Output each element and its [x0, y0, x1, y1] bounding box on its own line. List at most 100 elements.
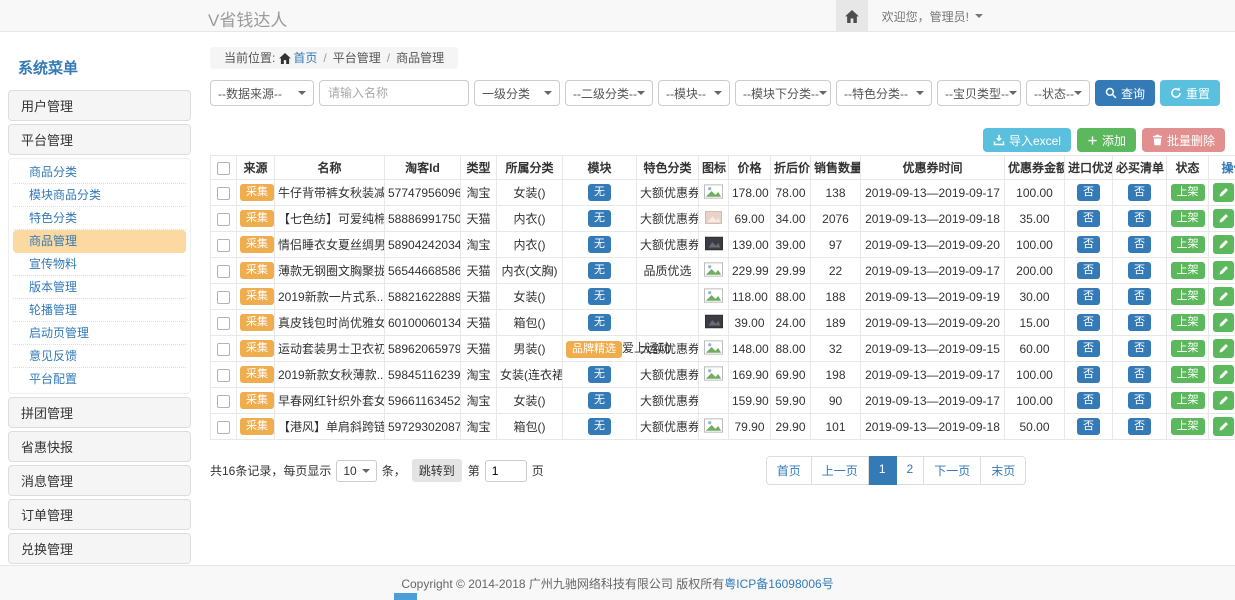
row-checkbox[interactable]: [217, 421, 230, 434]
icp-link[interactable]: 粤ICP备16098006号: [724, 575, 833, 592]
status-badge[interactable]: 上架: [1171, 314, 1205, 331]
filter-select[interactable]: --宝贝类型--: [937, 80, 1021, 106]
user-menu[interactable]: 欢迎您，管理员!: [868, 0, 997, 32]
nav-home-button[interactable]: [836, 0, 868, 32]
must-buy-badge[interactable]: 否: [1128, 236, 1151, 253]
sidebar-group[interactable]: 省惠快报: [8, 431, 191, 462]
status-badge[interactable]: 上架: [1171, 236, 1205, 253]
import-select-badge[interactable]: 否: [1077, 210, 1100, 227]
source-filter-select[interactable]: --数据来源--: [210, 80, 314, 106]
import-select-badge[interactable]: 否: [1077, 314, 1100, 331]
status-badge[interactable]: 上架: [1171, 184, 1205, 201]
import-select-badge[interactable]: 否: [1077, 288, 1100, 305]
jump-button[interactable]: 跳转到: [412, 459, 462, 482]
page-button[interactable]: 末页: [981, 456, 1026, 485]
import-select-badge[interactable]: 否: [1077, 236, 1100, 253]
edit-button[interactable]: [1213, 391, 1234, 410]
name-search-input[interactable]: [319, 80, 469, 106]
import-select-badge[interactable]: 否: [1077, 366, 1100, 383]
must-buy-badge[interactable]: 否: [1128, 366, 1151, 383]
breadcrumb: 当前位置:首页/平台管理/商品管理: [210, 47, 458, 69]
must-buy-badge[interactable]: 否: [1128, 340, 1151, 357]
row-checkbox[interactable]: [217, 265, 230, 278]
sidebar-group[interactable]: 用户管理: [8, 90, 191, 121]
sidebar-subitem[interactable]: 轮播管理: [13, 299, 186, 322]
status-cell: 上架: [1167, 258, 1209, 284]
page-button[interactable]: 首页: [766, 456, 812, 485]
edit-button[interactable]: [1213, 235, 1234, 254]
row-checkbox[interactable]: [217, 187, 230, 200]
jump-page-input[interactable]: [485, 460, 527, 482]
import-select-badge[interactable]: 否: [1077, 392, 1100, 409]
reset-button[interactable]: 重置: [1160, 80, 1220, 106]
must-buy-badge[interactable]: 否: [1128, 262, 1151, 279]
must-buy-badge[interactable]: 否: [1128, 184, 1151, 201]
edit-button[interactable]: [1213, 313, 1234, 332]
module-cell: 无: [563, 232, 637, 258]
page-button[interactable]: 上一页: [812, 456, 869, 485]
must-buy-badge[interactable]: 否: [1128, 210, 1151, 227]
row-checkbox[interactable]: [217, 291, 230, 304]
edit-button[interactable]: [1213, 183, 1234, 202]
category-cell: 内衣(): [497, 206, 563, 232]
import-select-badge[interactable]: 否: [1077, 262, 1100, 279]
edit-button[interactable]: [1213, 365, 1234, 384]
page-button[interactable]: 1: [869, 456, 897, 485]
row-checkbox[interactable]: [217, 213, 230, 226]
filter-select[interactable]: --二级分类--: [565, 80, 653, 106]
row-checkbox[interactable]: [217, 369, 230, 382]
per-page-select[interactable]: 10: [336, 460, 376, 482]
edit-button[interactable]: [1213, 339, 1234, 358]
must-buy-badge[interactable]: 否: [1128, 288, 1151, 305]
batch-delete-button[interactable]: 批量删除: [1142, 128, 1225, 152]
edit-button[interactable]: [1213, 209, 1234, 228]
row-checkbox[interactable]: [217, 239, 230, 252]
import-excel-button[interactable]: 导入excel: [983, 128, 1071, 152]
edit-button[interactable]: [1213, 417, 1234, 436]
page-button[interactable]: 下一页: [924, 456, 981, 485]
sidebar-subitem[interactable]: 商品管理: [13, 230, 186, 253]
breadcrumb-home-link[interactable]: 首页: [293, 51, 317, 65]
filter-select[interactable]: 一级分类: [474, 80, 560, 106]
sidebar-subitem[interactable]: 版本管理: [13, 276, 186, 299]
must-buy-badge[interactable]: 否: [1128, 314, 1151, 331]
sidebar-subitem[interactable]: 特色分类: [13, 207, 186, 230]
sidebar-group[interactable]: 平台管理: [8, 124, 191, 155]
add-button[interactable]: 添加: [1077, 128, 1136, 152]
status-badge[interactable]: 上架: [1171, 392, 1205, 409]
sidebar-group[interactable]: 兑换管理: [8, 533, 191, 564]
search-button[interactable]: 查询: [1095, 80, 1155, 106]
page-button[interactable]: 2: [897, 456, 925, 485]
filter-select[interactable]: --模块下分类--: [735, 80, 831, 106]
sidebar-group[interactable]: 订单管理: [8, 499, 191, 530]
status-badge[interactable]: 上架: [1171, 262, 1205, 279]
sidebar-subitem[interactable]: 平台配置: [13, 368, 186, 391]
sidebar-subitem[interactable]: 启动页管理: [13, 322, 186, 345]
sidebar-subitem[interactable]: 意见反馈: [13, 345, 186, 368]
sidebar-group[interactable]: 拼团管理: [8, 397, 191, 428]
taoke-id-cell: 588869917501: [385, 206, 461, 232]
import-select-badge[interactable]: 否: [1077, 418, 1100, 435]
must-buy-badge[interactable]: 否: [1128, 418, 1151, 435]
filter-select[interactable]: --模块--: [658, 80, 730, 106]
status-badge[interactable]: 上架: [1171, 418, 1205, 435]
sidebar-group[interactable]: 消息管理: [8, 465, 191, 496]
row-checkbox[interactable]: [217, 395, 230, 408]
status-badge[interactable]: 上架: [1171, 340, 1205, 357]
import-select-badge[interactable]: 否: [1077, 184, 1100, 201]
status-badge[interactable]: 上架: [1171, 288, 1205, 305]
must-buy-badge[interactable]: 否: [1128, 392, 1151, 409]
edit-button[interactable]: [1213, 287, 1234, 306]
sidebar-subitem[interactable]: 宣传物料: [13, 253, 186, 276]
row-checkbox[interactable]: [217, 317, 230, 330]
edit-button[interactable]: [1213, 261, 1234, 280]
import-select-badge[interactable]: 否: [1077, 340, 1100, 357]
sidebar-subitem[interactable]: 模块商品分类: [13, 184, 186, 207]
filter-select[interactable]: --状态--: [1026, 80, 1090, 106]
status-badge[interactable]: 上架: [1171, 210, 1205, 227]
status-badge[interactable]: 上架: [1171, 366, 1205, 383]
row-checkbox[interactable]: [217, 343, 230, 356]
sidebar-subitem[interactable]: 商品分类: [13, 161, 186, 184]
filter-select[interactable]: --特色分类--: [836, 80, 932, 106]
select-all-checkbox[interactable]: [217, 162, 230, 175]
